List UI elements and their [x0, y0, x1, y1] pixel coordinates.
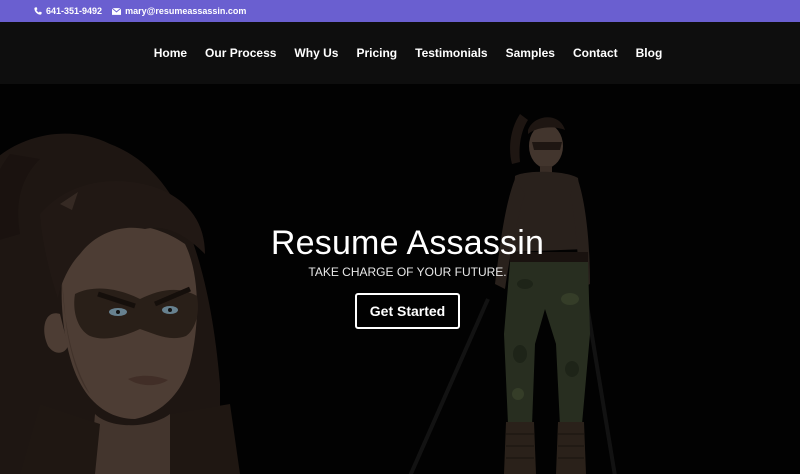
nav-item-contact: Contact [573, 44, 618, 62]
email-link[interactable]: mary@resumeassassin.com [125, 6, 246, 16]
main-nav: Home Our Process Why Us Pricing Testimon… [0, 22, 800, 84]
nav-item-pricing: Pricing [356, 44, 397, 62]
nav-item-samples: Samples [506, 44, 555, 62]
nav-item-blog: Blog [636, 44, 663, 62]
nav-item-home: Home [154, 44, 187, 62]
nav-link-pricing[interactable]: Pricing [356, 46, 397, 60]
hero-content: Resume Assassin TAKE CHARGE OF YOUR FUTU… [0, 224, 800, 329]
hero-title: Resume Assassin [270, 224, 545, 262]
email-contact[interactable]: mary@resumeassassin.com [112, 6, 246, 16]
phone-number: 641-351-9492 [46, 6, 103, 16]
nav-link-blog[interactable]: Blog [636, 46, 663, 60]
nav-link-why-us[interactable]: Why Us [294, 46, 338, 60]
hero-subtitle: TAKE CHARGE OF YOUR FUTURE. [308, 265, 507, 279]
phone-icon [34, 7, 42, 15]
nav-link-testimonials[interactable]: Testimonials [415, 46, 487, 60]
nav-link-home[interactable]: Home [154, 46, 187, 60]
nav-link-contact[interactable]: Contact [573, 46, 618, 60]
nav-menu: Home Our Process Why Us Pricing Testimon… [154, 44, 663, 62]
nav-item-testimonials: Testimonials [415, 44, 487, 62]
nav-link-our-process[interactable]: Our Process [205, 46, 276, 60]
phone-contact[interactable]: 641-351-9492 [34, 6, 102, 16]
nav-link-samples[interactable]: Samples [506, 46, 555, 60]
get-started-button[interactable]: Get Started [354, 293, 461, 329]
contact-bar: 641-351-9492 mary@resumeassassin.com [0, 0, 800, 22]
envelope-icon [112, 7, 122, 15]
nav-item-our-process: Our Process [205, 44, 276, 62]
hero-section: Resume Assassin TAKE CHARGE OF YOUR FUTU… [0, 84, 800, 474]
nav-item-why-us: Why Us [294, 44, 338, 62]
